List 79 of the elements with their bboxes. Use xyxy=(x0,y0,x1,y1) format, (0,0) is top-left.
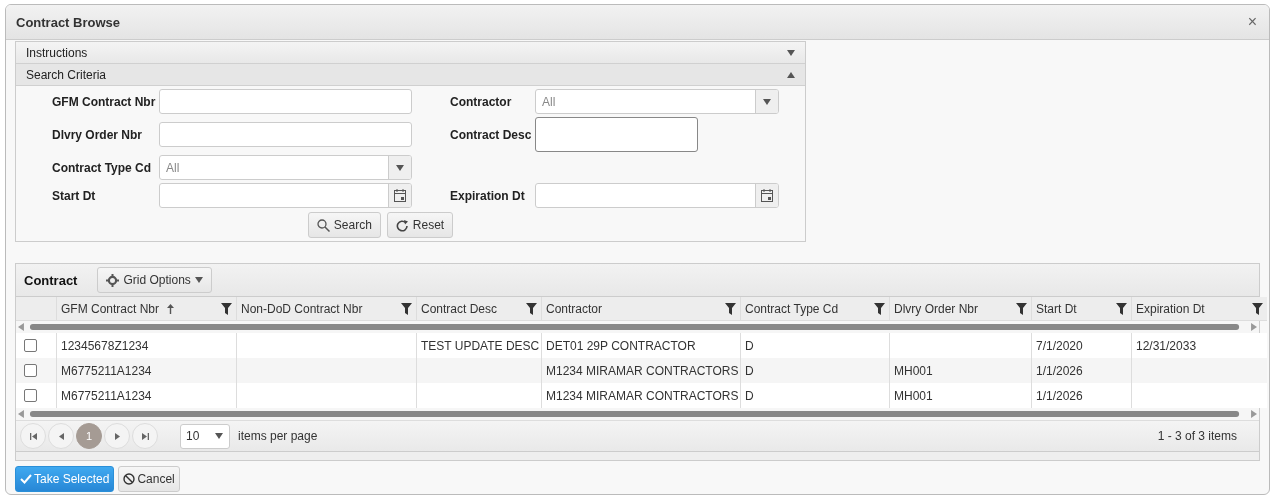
next-page-button[interactable] xyxy=(104,423,130,449)
column-header[interactable]: Contractor xyxy=(541,297,740,321)
search-icon xyxy=(316,218,330,232)
filter-icon[interactable] xyxy=(725,302,736,315)
table-cell: MH001 xyxy=(889,358,1031,383)
filter-icon[interactable] xyxy=(1016,302,1027,315)
section-title: Search Criteria xyxy=(26,67,107,82)
previous-page-button[interactable] xyxy=(48,423,74,449)
text-area[interactable] xyxy=(535,117,698,152)
text-field[interactable] xyxy=(159,89,412,114)
date-field[interactable] xyxy=(535,183,779,208)
calendar-icon xyxy=(761,189,773,202)
caret-down-icon xyxy=(787,49,795,56)
last-page-button[interactable] xyxy=(132,423,158,449)
column-header[interactable]: Non-DoD Contract Nbr xyxy=(236,297,416,321)
date-field[interactable] xyxy=(159,183,412,208)
field-label: Contractor xyxy=(450,94,513,109)
caret-down-icon xyxy=(194,277,203,283)
column-header[interactable]: Start Dt xyxy=(1031,297,1131,321)
column-header[interactable]: Contract Type Cd xyxy=(740,297,889,321)
table-cell: M1234 MIRAMAR CONTRACTORS xyxy=(541,383,740,408)
filter-icon[interactable] xyxy=(1252,302,1263,315)
caret-up-icon xyxy=(787,71,795,78)
table-cell: 1/1/2026 xyxy=(1031,358,1131,383)
field-label: Contract Type Cd xyxy=(52,160,153,175)
field-label: Dlvry Order Nbr xyxy=(52,127,144,142)
filter-icon[interactable] xyxy=(221,302,232,315)
prohibited-icon xyxy=(123,473,136,485)
field-label: Start Dt xyxy=(52,188,97,203)
caret-down-icon xyxy=(763,98,771,105)
table-cell: M6775211A1234 xyxy=(56,358,236,383)
column-header[interactable]: Contract Desc xyxy=(416,297,541,321)
horizontal-scrollbar[interactable] xyxy=(16,408,1259,420)
caret-down-icon xyxy=(396,164,404,171)
field-label: Expiration Dt xyxy=(450,188,526,203)
reset-button[interactable]: Reset xyxy=(386,212,454,238)
horizontal-scrollbar[interactable] xyxy=(16,321,1259,333)
section-header[interactable]: Search Criteria xyxy=(16,64,805,86)
dropdown-field[interactable]: All xyxy=(159,155,412,180)
filter-icon[interactable] xyxy=(401,302,412,315)
page-size-dropdown[interactable]: 10 xyxy=(180,423,230,449)
table-cell: D xyxy=(740,358,889,383)
table-cell: M1234 MIRAMAR CONTRACTORS xyxy=(541,358,740,383)
section-header[interactable]: Instructions xyxy=(16,42,805,64)
text-field[interactable] xyxy=(159,122,412,147)
caret-left-icon xyxy=(58,432,64,440)
row-checkbox[interactable] xyxy=(24,339,37,352)
gear-icon xyxy=(106,273,120,287)
window-title: Contract Browse xyxy=(16,14,121,30)
sort-up-icon xyxy=(167,303,174,314)
filter-icon[interactable] xyxy=(526,302,537,315)
grid-title: Contract xyxy=(24,272,78,288)
refresh-icon xyxy=(395,218,409,232)
column-header[interactable]: Expiration Dt xyxy=(1131,297,1267,321)
section-title: Instructions xyxy=(26,45,88,60)
field-label: Contract Desc xyxy=(450,127,533,142)
checkmark-icon xyxy=(20,474,32,484)
calendar-icon xyxy=(394,189,406,202)
column-header[interactable]: Dlvry Order Nbr xyxy=(889,297,1031,321)
page-size-label: items per page xyxy=(238,429,318,443)
row-checkbox[interactable] xyxy=(24,364,37,377)
last-page-icon xyxy=(141,432,149,440)
column-header[interactable]: GFM Contract Nbr xyxy=(56,297,236,321)
first-page-icon xyxy=(29,432,37,440)
caret-right-icon xyxy=(114,432,120,440)
row-checkbox[interactable] xyxy=(24,389,37,402)
first-page-button[interactable] xyxy=(20,423,46,449)
cancel-button[interactable]: Cancel xyxy=(118,466,180,492)
caret-down-icon xyxy=(215,433,223,439)
dropdown-field[interactable]: All xyxy=(535,89,779,114)
grid-options-button[interactable]: Grid Options xyxy=(97,267,212,293)
item-count: 1 - 3 of 3 items xyxy=(1157,429,1237,443)
filter-icon[interactable] xyxy=(874,302,885,315)
table-cell: 12/31/2033 xyxy=(1131,333,1267,358)
filter-icon[interactable] xyxy=(1116,302,1127,315)
close-button[interactable]: × xyxy=(1245,13,1259,31)
search-button[interactable]: Search xyxy=(307,212,381,238)
table-cell: TEST UPDATE DESC xyxy=(416,333,541,358)
field-label: GFM Contract Nbr xyxy=(52,94,157,109)
